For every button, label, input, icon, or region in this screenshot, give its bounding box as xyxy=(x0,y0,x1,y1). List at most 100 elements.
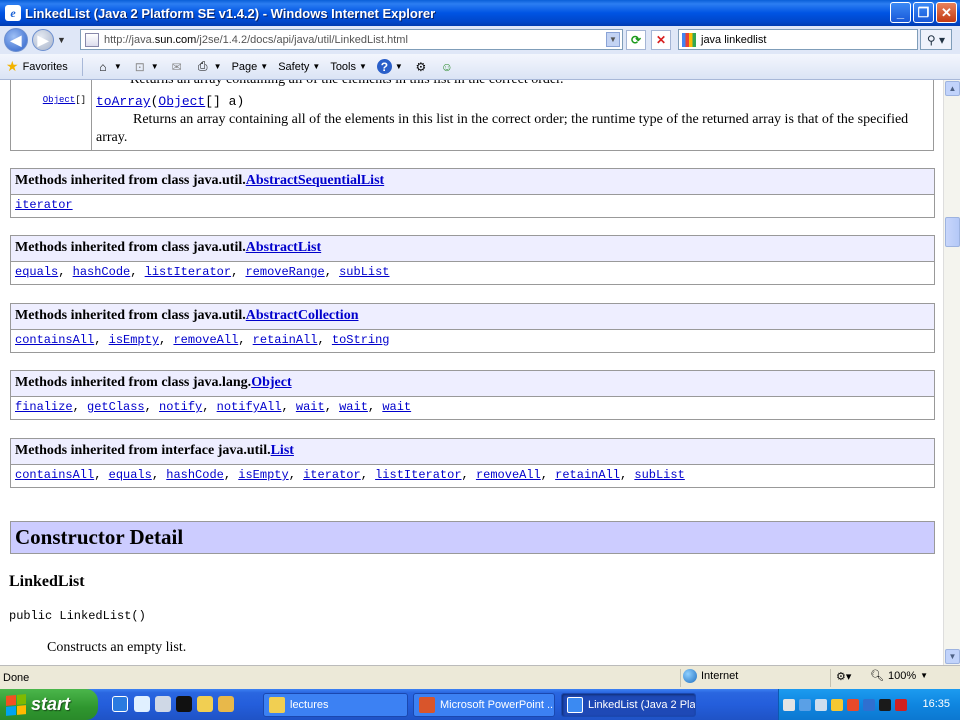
ie-quicklaunch-icon[interactable] xyxy=(112,696,128,712)
home-icon: ⌂ xyxy=(99,59,107,74)
method-link[interactable]: finalize xyxy=(15,400,73,414)
taskbar-item-linkedlist[interactable]: LinkedList (Java 2 Pla... xyxy=(561,693,696,717)
minimize-button[interactable]: _ xyxy=(890,2,911,23)
browser-quicklaunch-icon[interactable] xyxy=(134,696,150,712)
method-link[interactable]: wait xyxy=(296,400,325,414)
page-menu[interactable]: Page ▼ xyxy=(232,61,269,73)
method-link[interactable]: subList xyxy=(634,468,684,482)
scroll-thumb[interactable] xyxy=(945,217,960,247)
method-link[interactable]: removeAll xyxy=(173,333,238,347)
zoom-icon: 🔍︎ xyxy=(870,670,884,682)
page-label: Page xyxy=(231,60,258,73)
scroll-up-icon[interactable]: ▲ xyxy=(945,81,960,96)
messenger-button[interactable]: ☺ xyxy=(439,59,455,74)
class-link[interactable]: AbstractSequentialList xyxy=(246,173,384,188)
method-link[interactable]: listIterator xyxy=(145,265,231,279)
method-link[interactable]: equals xyxy=(109,468,152,482)
tray-icon[interactable] xyxy=(783,698,795,711)
home-button[interactable]: ⌂ ▼ xyxy=(95,59,122,74)
method-link[interactable]: retainAll xyxy=(555,468,620,482)
folder-quicklaunch-icon[interactable] xyxy=(197,696,213,712)
tools-quicklaunch-icon[interactable] xyxy=(218,696,234,712)
tools-menu[interactable]: Tools ▼ xyxy=(330,61,367,73)
constructor-description: Constructs an empty list. xyxy=(47,640,187,655)
heading-prefix: Methods inherited from interface java.ut… xyxy=(15,443,271,458)
maximize-button[interactable]: ❐ xyxy=(913,2,934,23)
tray-icon[interactable] xyxy=(879,698,891,711)
history-dropdown-icon[interactable]: ▼ xyxy=(57,35,66,45)
research-button[interactable]: ⚙ xyxy=(413,59,429,74)
back-button[interactable]: ◀ xyxy=(4,28,28,52)
close-button[interactable]: ✕ xyxy=(936,2,957,23)
search-input[interactable]: java linkedlist xyxy=(678,29,918,50)
param-rest: [] a) xyxy=(205,94,245,109)
return-type-link[interactable]: Object xyxy=(43,95,75,105)
method-link[interactable]: containsAll xyxy=(15,333,94,347)
method-link[interactable]: getClass xyxy=(87,400,145,414)
mail-button[interactable]: ✉ xyxy=(169,59,185,74)
taskbar-item-lectures[interactable]: lectures xyxy=(263,693,408,717)
param-type-link[interactable]: Object xyxy=(158,94,205,109)
print-button[interactable]: ⎙ ▼ xyxy=(195,59,222,74)
method-summary-row: Object[] toArray(Object[] a) Returns an … xyxy=(10,80,934,151)
method-link[interactable]: subList xyxy=(339,265,389,279)
url-prefix: http://java. xyxy=(104,33,155,46)
method-link[interactable]: notifyAll xyxy=(217,400,282,414)
status-separator xyxy=(680,669,681,687)
refresh-button[interactable]: ⟳ xyxy=(626,30,646,50)
method-link[interactable]: iterator xyxy=(303,468,361,482)
ati-icon[interactable] xyxy=(895,698,907,711)
shield-icon[interactable] xyxy=(863,698,875,711)
method-link[interactable]: wait xyxy=(339,400,368,414)
mail-icon: ✉ xyxy=(171,59,182,74)
class-link[interactable]: AbstractCollection xyxy=(246,308,359,323)
tray-icon[interactable] xyxy=(799,698,811,711)
method-link[interactable]: equals xyxy=(15,265,58,279)
method-name-link[interactable]: toArray xyxy=(96,94,151,109)
tray-icon[interactable] xyxy=(847,698,859,711)
zoom-control[interactable]: 🔍︎ 100% ▼ xyxy=(870,669,928,683)
method-link[interactable]: isEmpty xyxy=(109,333,159,347)
method-link[interactable]: retainAll xyxy=(253,333,318,347)
address-dropdown-icon[interactable]: ▼ xyxy=(606,32,620,47)
inherited-section-heading: Methods inherited from class java.util.A… xyxy=(11,304,934,330)
method-link[interactable]: notify xyxy=(159,400,202,414)
stop-button[interactable]: ✕ xyxy=(651,30,671,50)
protected-mode-icon[interactable]: ⚙▾ xyxy=(836,670,851,683)
method-link[interactable]: isEmpty xyxy=(238,468,288,482)
address-input[interactable]: http://java. sun.com/j2se/1.4.2/docs/api/… xyxy=(80,29,623,50)
feeds-button[interactable]: ⊡ ▼ xyxy=(132,59,159,74)
taskbar-item-powerpoint[interactable]: Microsoft PowerPoint ... xyxy=(413,693,555,717)
class-link[interactable]: List xyxy=(271,443,294,458)
search-button[interactable]: ⚲ ▾ xyxy=(920,29,952,50)
help-button[interactable]: ? ▼ xyxy=(376,59,403,74)
powerpoint-icon xyxy=(419,697,435,713)
cmd-quicklaunch-icon[interactable] xyxy=(176,696,192,712)
method-link[interactable]: toString xyxy=(332,333,390,347)
toolbar-separator xyxy=(81,57,83,76)
class-link[interactable]: AbstractList xyxy=(246,240,321,255)
tray-icon[interactable] xyxy=(831,698,843,711)
method-link[interactable]: listIterator xyxy=(375,468,461,482)
method-link[interactable]: iterator xyxy=(15,198,73,212)
network-icon[interactable] xyxy=(815,698,827,711)
class-link[interactable]: Object xyxy=(251,375,291,390)
inherited-methods-section: Methods inherited from interface java.ut… xyxy=(10,438,935,488)
security-zone[interactable]: Internet xyxy=(683,669,738,683)
forward-button[interactable]: ▶ xyxy=(32,29,54,51)
favorites-button[interactable]: ★ Favorites xyxy=(6,58,68,75)
method-link[interactable]: containsAll xyxy=(15,468,94,482)
vertical-scrollbar[interactable]: ▲ ▼ xyxy=(943,80,960,665)
method-link[interactable]: removeAll xyxy=(476,468,541,482)
heading-prefix: Methods inherited from class java.util. xyxy=(15,308,246,323)
inherited-section-heading: Methods inherited from class java.lang.O… xyxy=(11,371,934,397)
safety-menu[interactable]: Safety ▼ xyxy=(278,61,320,73)
heading-prefix: Methods inherited from class java.util. xyxy=(15,173,246,188)
start-button[interactable]: start xyxy=(0,689,98,720)
method-link[interactable]: hashCode xyxy=(166,468,224,482)
scroll-down-icon[interactable]: ▼ xyxy=(945,649,960,664)
program-quicklaunch-icon[interactable] xyxy=(155,696,171,712)
method-link[interactable]: wait xyxy=(382,400,411,414)
method-link[interactable]: hashCode xyxy=(73,265,131,279)
method-link[interactable]: removeRange xyxy=(245,265,324,279)
